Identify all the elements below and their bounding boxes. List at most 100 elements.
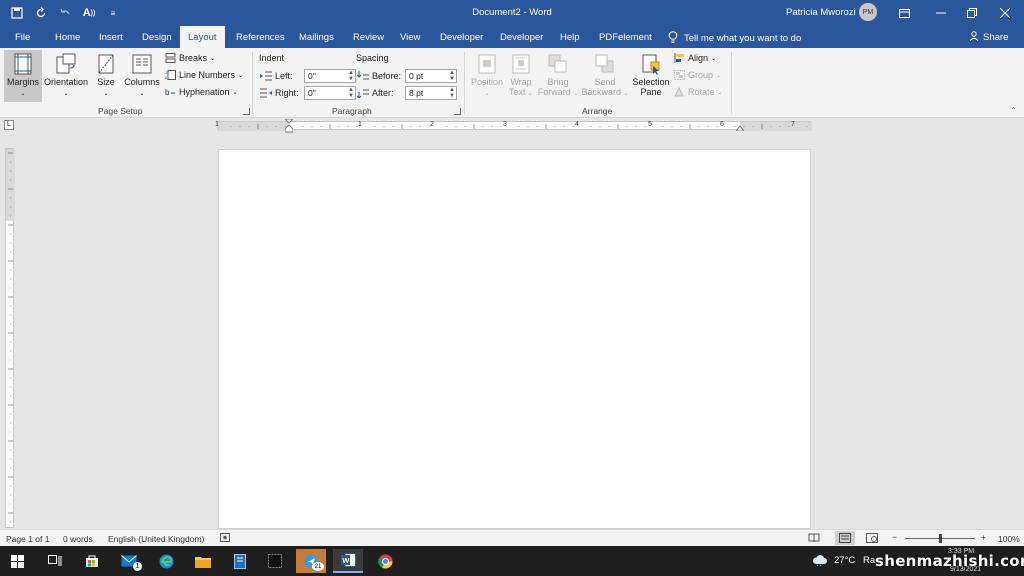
page-count[interactable]: Page 1 of 1 xyxy=(6,534,49,544)
bring-forward-icon xyxy=(548,54,567,73)
wrap-text-button[interactable]: Wrap Text ⌄ xyxy=(507,53,535,97)
language-indicator[interactable]: English (United Kingdom) xyxy=(108,534,204,544)
chrome-icon[interactable] xyxy=(370,549,400,573)
right-indent-marker-icon[interactable] xyxy=(736,125,744,131)
tell-me-search[interactable]: Tell me what you want to do xyxy=(668,31,801,46)
tab-mailings[interactable]: Mailings xyxy=(299,32,334,43)
ruler-number: 1 xyxy=(215,121,219,128)
person-icon xyxy=(969,31,979,44)
chat-badge: 21 xyxy=(312,562,324,571)
bring-forward-button[interactable]: Bring Forward ⌄ xyxy=(537,53,579,97)
spinner-arrows-icon[interactable]: ▲ ▼ xyxy=(448,87,456,99)
arrange-group-label: Arrange xyxy=(582,106,613,116)
vertical-ruler[interactable] xyxy=(5,148,15,528)
title-bar: A)) ≡ Document2 - Word Patricia Mworozi … xyxy=(0,0,1024,26)
indent-left-row: Left: 0" ▲ ▼ xyxy=(260,69,356,83)
share-button[interactable]: Share xyxy=(969,31,1008,44)
size-button[interactable]: Size ⌄ xyxy=(93,53,119,97)
tab-file[interactable]: File xyxy=(15,32,30,43)
columns-button[interactable]: Columns ⌄ xyxy=(122,53,162,97)
tab-design[interactable]: Design xyxy=(142,32,172,43)
app-window-icon[interactable] xyxy=(225,549,255,573)
line-numbers-button[interactable]: 12 Line Numbers ⌄ xyxy=(165,70,243,80)
spacing-after-icon xyxy=(357,89,369,98)
file-explorer-icon[interactable] xyxy=(188,549,218,573)
indent-left-input[interactable]: 0" ▲ ▼ xyxy=(304,69,356,83)
word-count[interactable]: 0 words xyxy=(63,534,93,544)
page-setup-launcher-icon[interactable] xyxy=(243,108,250,115)
hyphenation-button[interactable]: b Hyphenation ⌄ xyxy=(165,87,238,97)
ruler-number: 5 xyxy=(648,121,652,128)
indent-marker-icon[interactable] xyxy=(285,119,293,133)
spacing-before-row: Before: 0 pt ▲ ▼ xyxy=(357,69,457,83)
spinner-arrows-icon[interactable]: ▲ ▼ xyxy=(448,70,456,82)
tab-developer-2[interactable]: Developer xyxy=(500,32,543,43)
send-backward-icon xyxy=(595,54,614,73)
page-setup-group-label: Page Setup xyxy=(98,106,143,116)
tab-view[interactable]: View xyxy=(400,32,420,43)
ribbon-display-options-icon[interactable] xyxy=(895,4,913,22)
task-view-icon[interactable] xyxy=(40,549,70,573)
spacing-after-input[interactable]: 8 pt ▲ ▼ xyxy=(405,86,457,100)
zoom-slider-thumb[interactable] xyxy=(939,534,942,543)
indent-left-icon xyxy=(260,71,272,81)
document-page[interactable] xyxy=(218,149,811,529)
read-mode-icon[interactable] xyxy=(808,533,820,545)
indent-right-icon xyxy=(260,88,272,98)
tab-insert[interactable]: Insert xyxy=(99,32,123,43)
tab-developer[interactable]: Developer xyxy=(440,32,483,43)
minimize-icon[interactable] xyxy=(932,4,950,22)
tab-help[interactable]: Help xyxy=(560,32,580,43)
page-size-icon xyxy=(98,54,114,74)
selection-pane-button[interactable]: Selection Pane xyxy=(631,53,671,97)
position-button[interactable]: Position ⌄ xyxy=(469,53,505,97)
tab-references[interactable]: References xyxy=(236,32,285,43)
word-taskbar-icon[interactable]: W xyxy=(333,549,363,573)
windows-start-icon[interactable] xyxy=(2,549,32,573)
macro-recording-icon[interactable] xyxy=(220,533,230,544)
spacing-heading: Spacing xyxy=(356,53,389,63)
mail-icon[interactable]: 1 xyxy=(114,549,144,573)
restore-icon[interactable] xyxy=(963,4,981,22)
ruler-number: 6 xyxy=(720,121,724,128)
weather-condition[interactable]: Ra xyxy=(863,555,875,566)
weather-temperature[interactable]: 27°C xyxy=(834,555,855,566)
columns-icon xyxy=(132,54,152,74)
send-backward-button[interactable]: Send Backward ⌄ xyxy=(581,53,629,97)
edge-browser-icon[interactable] xyxy=(151,549,181,573)
collapse-ribbon-icon[interactable]: ⌃ xyxy=(1010,106,1017,115)
spinner-arrows-icon[interactable]: ▲ ▼ xyxy=(347,87,355,99)
ribbon-tabs: File Home Insert Design Layout Reference… xyxy=(0,26,1024,48)
rotate-button[interactable]: Rotate ⌄ xyxy=(674,87,723,97)
zoom-in-button[interactable]: + xyxy=(981,532,986,542)
tab-home[interactable]: Home xyxy=(55,32,80,43)
store-icon[interactable] xyxy=(77,549,107,573)
breaks-button[interactable]: Breaks ⌄ xyxy=(165,53,215,63)
zoom-out-button[interactable]: − xyxy=(892,532,897,542)
spinner-arrows-icon[interactable]: ▲ ▼ xyxy=(347,70,355,82)
group-divider xyxy=(252,52,253,114)
avatar[interactable]: PM xyxy=(859,3,877,21)
user-name[interactable]: Patricia Mworozi xyxy=(786,7,856,18)
weather-cloud-icon[interactable] xyxy=(812,553,828,569)
group-button[interactable]: Group ⌄ xyxy=(674,70,721,80)
orientation-button[interactable]: Orientation ⌄ xyxy=(43,53,89,97)
horizontal-ruler[interactable]: 1 1 2 3 4 5 6 7 xyxy=(215,119,812,133)
paragraph-launcher-icon[interactable] xyxy=(454,108,461,115)
group-icon xyxy=(674,70,685,80)
close-icon[interactable] xyxy=(996,4,1014,22)
spacing-before-input[interactable]: 0 pt ▲ ▼ xyxy=(405,69,457,83)
indent-right-input[interactable]: 0" ▲ ▼ xyxy=(304,86,356,100)
margins-button[interactable]: Margins ⌄ xyxy=(4,50,42,102)
align-button[interactable]: Align ⌄ xyxy=(674,53,716,63)
tab-layout[interactable]: Layout xyxy=(180,26,225,48)
tab-review[interactable]: Review xyxy=(353,32,384,43)
zoom-level[interactable]: 100% xyxy=(998,534,1020,544)
web-layout-icon[interactable] xyxy=(866,533,878,545)
chat-app-icon[interactable]: 21 xyxy=(296,549,326,573)
tab-pdfelement[interactable]: PDFelement xyxy=(599,32,652,43)
terminal-icon[interactable] xyxy=(260,549,290,573)
print-layout-icon[interactable] xyxy=(835,531,855,545)
ruler-number: 7 xyxy=(791,121,795,128)
tab-selector[interactable]: L xyxy=(4,120,14,130)
